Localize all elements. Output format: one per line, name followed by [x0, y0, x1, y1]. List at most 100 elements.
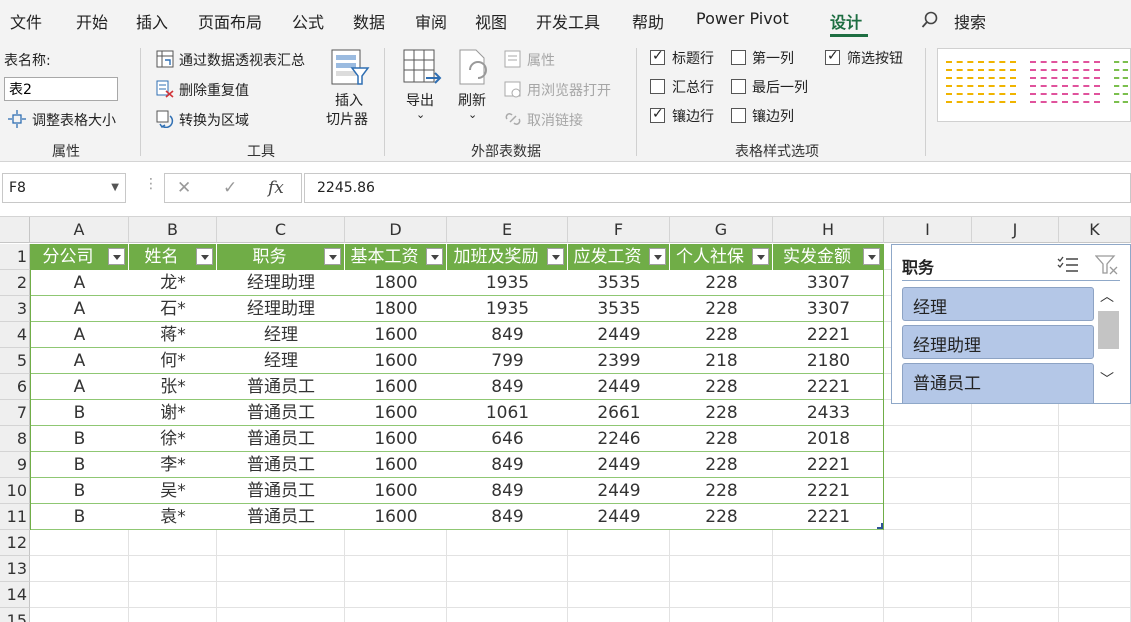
table-styles-gallery[interactable] — [937, 48, 1131, 122]
grid-cell[interactable] — [217, 556, 345, 582]
grid-cell[interactable] — [30, 556, 129, 582]
table-cell[interactable]: 1600 — [345, 452, 447, 478]
row-header[interactable]: 1 — [0, 244, 30, 270]
table-cell[interactable]: 849 — [447, 504, 568, 530]
grid-cell[interactable] — [129, 530, 217, 556]
table-cell[interactable]: 张* — [129, 374, 217, 400]
search-icon[interactable] — [921, 11, 939, 29]
row-header[interactable]: 10 — [0, 478, 30, 504]
table-cell[interactable]: 1600 — [345, 322, 447, 348]
table-name-input[interactable] — [4, 77, 118, 101]
table-cell[interactable]: 1600 — [345, 400, 447, 426]
formula-bar-grip-icon[interactable]: ⋮ — [144, 176, 158, 192]
name-box-dropdown-icon[interactable]: ▼ — [111, 182, 119, 193]
table-cell[interactable]: 2399 — [568, 348, 670, 374]
column-header-c[interactable]: C — [217, 217, 345, 243]
grid-cell[interactable] — [670, 530, 773, 556]
table-cell[interactable]: 普通员工 — [217, 426, 345, 452]
table-cell[interactable]: 218 — [670, 348, 773, 374]
table-cell[interactable]: 228 — [670, 504, 773, 530]
column-header-e[interactable]: E — [447, 217, 568, 243]
row-header[interactable]: 2 — [0, 270, 30, 296]
table-cell[interactable]: 2018 — [773, 426, 884, 452]
slicer-item[interactable]: 经理 — [902, 287, 1094, 321]
export-chevron-icon[interactable]: ⌄ — [416, 108, 425, 121]
table-cell[interactable]: B — [30, 452, 129, 478]
table-cell[interactable]: 2433 — [773, 400, 884, 426]
row-header[interactable]: 14 — [0, 582, 30, 608]
column-header-b[interactable]: B — [129, 217, 217, 243]
row-header[interactable]: 5 — [0, 348, 30, 374]
grid-cell[interactable] — [568, 582, 670, 608]
table-cell[interactable]: 2221 — [773, 452, 884, 478]
grid-cell[interactable] — [884, 530, 972, 556]
grid-cell[interactable] — [972, 556, 1059, 582]
tab-power-pivot[interactable]: Power Pivot — [696, 9, 789, 28]
table-cell[interactable]: 2449 — [568, 452, 670, 478]
grid-cell[interactable] — [1059, 582, 1131, 608]
table-cell[interactable]: A — [30, 374, 129, 400]
grid-cell[interactable] — [447, 582, 568, 608]
grid-cell[interactable] — [568, 530, 670, 556]
grid-cell[interactable] — [447, 608, 568, 622]
grid-cell[interactable] — [568, 556, 670, 582]
insert-function-icon[interactable]: fx — [268, 178, 284, 198]
filter-dropdown-icon[interactable] — [324, 248, 341, 265]
grid-cell[interactable] — [1059, 504, 1131, 530]
grid-cell[interactable] — [884, 608, 972, 622]
table-cell[interactable]: 普通员工 — [217, 452, 345, 478]
table-header-cell[interactable]: 基本工资 — [345, 244, 447, 270]
header-row-checkbox[interactable] — [650, 48, 665, 65]
grid-cell[interactable] — [972, 426, 1059, 452]
refresh-chevron-icon[interactable]: ⌄ — [468, 108, 477, 121]
filter-dropdown-icon[interactable] — [196, 248, 213, 265]
table-resize-handle[interactable] — [877, 523, 883, 529]
grid-cell[interactable] — [773, 582, 884, 608]
summarize-pivot-button[interactable]: 通过数据透视表汇总 — [179, 50, 305, 70]
column-header-g[interactable]: G — [670, 217, 773, 243]
tab-formulas[interactable]: 公式 — [292, 9, 324, 33]
slicer-panel[interactable]: 职务 经理 经理助理 普通员工 ︿ ﹀ — [891, 244, 1131, 404]
table-cell[interactable]: 2180 — [773, 348, 884, 374]
table-cell[interactable]: 2221 — [773, 504, 884, 530]
table-cell[interactable]: 2221 — [773, 478, 884, 504]
table-header-cell[interactable]: 加班及奖励 — [447, 244, 568, 270]
table-cell[interactable]: 2449 — [568, 374, 670, 400]
banded-rows-checkbox[interactable] — [650, 106, 665, 123]
name-box[interactable]: F8 ▼ — [2, 173, 126, 203]
row-header[interactable]: 7 — [0, 400, 30, 426]
table-cell[interactable]: 2449 — [568, 322, 670, 348]
slicer-item[interactable]: 经理助理 — [902, 325, 1094, 359]
grid-cell[interactable] — [1059, 452, 1131, 478]
table-cell[interactable]: 646 — [447, 426, 568, 452]
grid-cell[interactable] — [345, 556, 447, 582]
table-header-cell[interactable]: 职务 — [217, 244, 345, 270]
row-header[interactable]: 12 — [0, 530, 30, 556]
table-cell[interactable]: 徐* — [129, 426, 217, 452]
table-cell[interactable]: 228 — [670, 270, 773, 296]
column-header-f[interactable]: F — [568, 217, 670, 243]
last-column-checkbox[interactable] — [731, 79, 746, 94]
table-cell[interactable]: 谢* — [129, 400, 217, 426]
table-cell[interactable]: 1600 — [345, 348, 447, 374]
refresh-button[interactable]: 刷新 — [458, 90, 486, 110]
clear-filter-icon[interactable] — [1095, 254, 1119, 276]
table-cell[interactable]: 吴* — [129, 478, 217, 504]
formula-input[interactable]: 2245.86 — [304, 173, 1131, 203]
column-header-i[interactable]: I — [884, 217, 972, 243]
table-cell[interactable]: 经理 — [217, 348, 345, 374]
table-cell[interactable]: 1935 — [447, 296, 568, 322]
properties-button[interactable]: 属性 — [527, 50, 555, 70]
insert-slicer-label-1[interactable]: 插入 — [335, 90, 363, 110]
filter-dropdown-icon[interactable] — [752, 248, 769, 265]
table-cell[interactable]: 228 — [670, 478, 773, 504]
table-cell[interactable]: 李* — [129, 452, 217, 478]
table-cell[interactable]: 228 — [670, 452, 773, 478]
grid-cell[interactable] — [972, 504, 1059, 530]
row-header[interactable]: 9 — [0, 452, 30, 478]
filter-button-checkbox[interactable] — [825, 48, 840, 65]
table-cell[interactable]: 228 — [670, 426, 773, 452]
table-cell[interactable]: 1600 — [345, 426, 447, 452]
table-header-cell[interactable]: 实发金额 — [773, 244, 884, 270]
table-cell[interactable]: 经理 — [217, 322, 345, 348]
